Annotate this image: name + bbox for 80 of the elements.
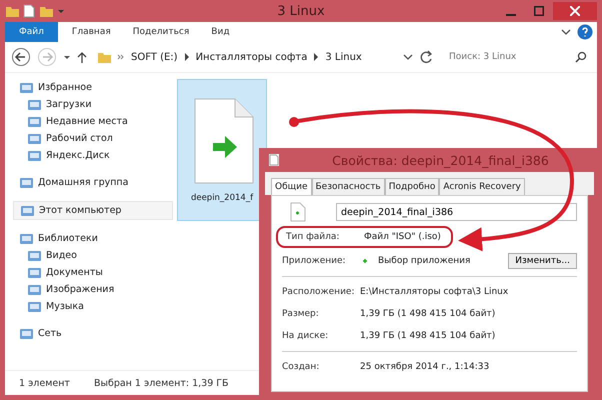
dialog-tab[interactable]: Безопасность xyxy=(312,178,385,195)
dialog-tab[interactable]: Общие xyxy=(271,178,312,195)
dialog-tab[interactable]: Подробно xyxy=(384,178,440,195)
ribbon-tab[interactable]: Поделиться xyxy=(124,22,198,42)
sidebar-item-icon xyxy=(19,80,34,95)
sidebar-item-icon xyxy=(19,326,34,341)
chevrons-icon xyxy=(117,53,125,61)
forward-icon xyxy=(37,47,57,67)
sidebar-item[interactable]: Недавние места xyxy=(13,113,173,130)
caret-right-icon xyxy=(313,53,320,61)
field-label: Тип файла: xyxy=(286,232,340,242)
field-value: Файл "ISO" (.iso) xyxy=(364,232,441,242)
sidebar-item-icon xyxy=(27,265,42,280)
file-name-field[interactable]: deepin_2014_final_i386 xyxy=(336,203,577,221)
field-label: На диске: xyxy=(282,331,330,341)
ribbon-tab[interactable]: Главная xyxy=(64,22,119,42)
sidebar-item[interactable]: Яндекс.Диск xyxy=(13,147,173,164)
breadcrumb[interactable]: SOFT (E:) xyxy=(131,52,178,62)
dialog-tab[interactable]: Acronis Recovery xyxy=(439,178,525,195)
sidebar-item-icon xyxy=(27,282,42,297)
folder-icon xyxy=(39,4,53,18)
sidebar-item-icon xyxy=(27,114,42,129)
field-value: 25 октября 2014 г., 1:14:33 xyxy=(360,362,490,372)
sidebar-item[interactable]: Этот компьютер xyxy=(13,201,173,220)
field-value: Выбор приложения xyxy=(378,256,470,266)
sidebar-item-icon xyxy=(19,231,34,246)
sidebar-item-icon xyxy=(27,97,42,112)
file-name: deepin_2014_f xyxy=(190,193,254,203)
breadcrumb[interactable]: Инсталляторы софта xyxy=(196,52,308,62)
folder-icon xyxy=(5,4,19,18)
sidebar-item[interactable]: Сеть xyxy=(13,325,173,342)
sidebar-item[interactable]: Документы xyxy=(13,264,173,281)
field-value: 1,39 ГБ (1 498 415 104 байт) xyxy=(360,309,496,319)
close-icon xyxy=(570,6,580,16)
ribbon-tab[interactable]: Вид xyxy=(203,22,238,42)
sidebar-item-icon xyxy=(19,175,34,190)
chevron-down-icon xyxy=(561,27,571,37)
field-label: Расположение: xyxy=(282,287,352,297)
dialog-title: Свойства: deepin_2014_final_i386 xyxy=(331,152,550,168)
dropdown-icon xyxy=(63,53,71,61)
up-arrow-icon xyxy=(77,51,87,63)
sidebar-item[interactable]: Избранное xyxy=(13,79,173,96)
sidebar-item-icon xyxy=(20,203,35,218)
sidebar-item-icon xyxy=(27,248,42,263)
change-button[interactable]: Изменить... xyxy=(508,253,577,269)
sidebar-item[interactable]: Видео xyxy=(13,247,173,264)
caret-right-icon xyxy=(184,53,190,61)
status-text: 1 элемент xyxy=(19,378,70,388)
breadcrumb[interactable]: 3 Linux xyxy=(325,52,362,62)
ribbon-tab[interactable]: Файл xyxy=(5,22,58,42)
app-icon xyxy=(360,256,370,266)
sidebar-item-icon xyxy=(27,299,42,314)
sidebar-item[interactable]: Рабочий стол xyxy=(13,130,173,147)
dropdown-icon xyxy=(57,7,65,15)
window-title: 3 Linux xyxy=(276,4,326,18)
field-label: Создан: xyxy=(282,362,320,372)
status-text: Выбран 1 элемент: 1,39 ГБ xyxy=(94,378,229,388)
minimize-icon xyxy=(506,14,516,16)
field-label: Приложение: xyxy=(282,256,347,266)
back-icon xyxy=(11,47,31,67)
file-tile[interactable]: deepin_2014_f xyxy=(177,79,267,221)
sidebar-item-icon xyxy=(27,131,42,146)
document-icon xyxy=(269,154,279,166)
refresh-icon xyxy=(419,50,433,64)
field-label: Размер: xyxy=(282,309,320,319)
sidebar-item[interactable]: Музыка xyxy=(13,298,173,315)
field-value: 1,39 ГБ (1 498 415 104 байт) xyxy=(360,331,496,341)
address-field[interactable]: SOFT (E:) Инсталляторы софта 3 Linux xyxy=(93,47,437,67)
sidebar-item[interactable]: Изображения xyxy=(13,281,173,298)
field-value: E:\Инсталляторы софта\3 Linux xyxy=(360,287,508,297)
search-icon xyxy=(575,51,587,63)
chevron-down-icon xyxy=(403,52,413,62)
sidebar-item[interactable]: Загрузки xyxy=(13,96,173,113)
maximize-icon xyxy=(534,6,544,16)
folder-icon xyxy=(97,50,111,64)
sidebar-item[interactable]: Библиотеки xyxy=(13,230,173,247)
sidebar-item-icon xyxy=(27,148,42,163)
sidebar-item[interactable]: Домашняя группа xyxy=(13,174,173,191)
document-icon xyxy=(23,4,35,18)
file-icon xyxy=(290,202,306,222)
